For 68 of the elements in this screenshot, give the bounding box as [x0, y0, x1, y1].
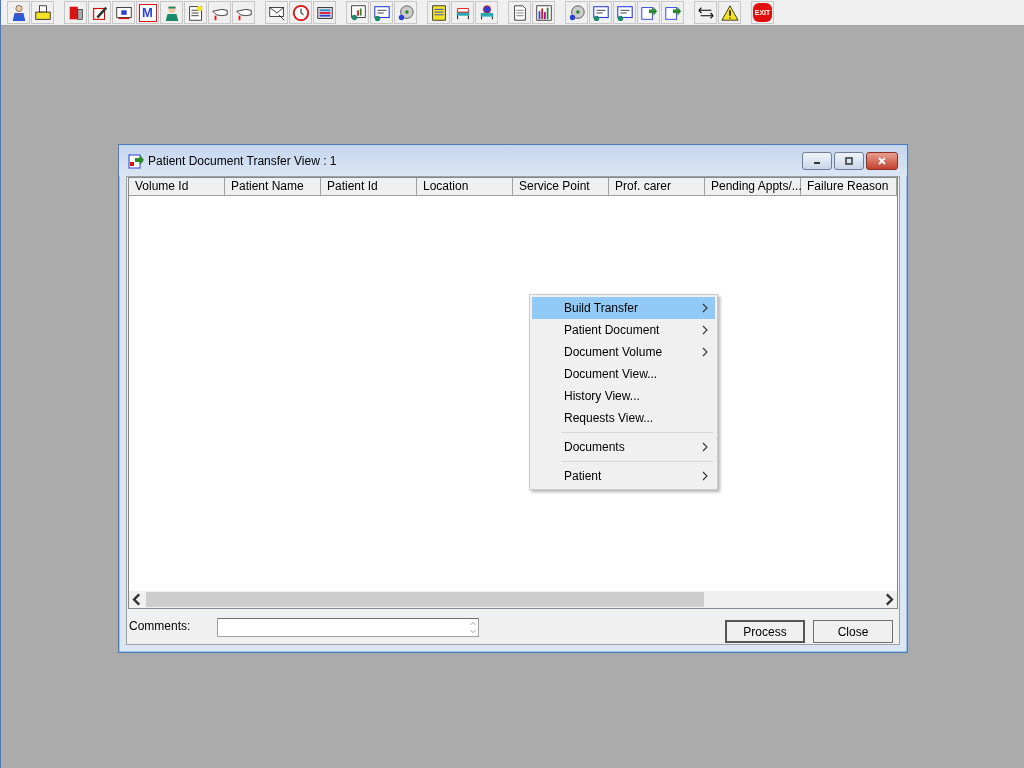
column-header[interactable]: Failure Reason [801, 178, 897, 195]
toolbar-transfer-button[interactable] [637, 1, 660, 24]
bar-chart-icon [534, 3, 553, 22]
menu-item[interactable]: Build Transfer [532, 297, 715, 319]
toolbar-person-button[interactable] [7, 1, 30, 24]
column-header[interactable]: Volume Id [129, 178, 225, 195]
toolbar-form-button[interactable] [613, 1, 636, 24]
column-header[interactable]: Pending Appts/... [705, 178, 801, 195]
disc-icon [567, 3, 586, 22]
close-button[interactable] [866, 151, 898, 170]
comments-field[interactable] [217, 618, 479, 637]
toolbar-clock-button[interactable] [289, 1, 312, 24]
toolbar-transfer-button[interactable] [661, 1, 684, 24]
notepad-icon [429, 3, 448, 22]
form-icon [372, 3, 391, 22]
toolbar-envelope-button[interactable] [265, 1, 288, 24]
toolbar-edit-button[interactable] [88, 1, 111, 24]
toolbar-notepad-button[interactable] [427, 1, 450, 24]
toolbar-page-button[interactable] [508, 1, 531, 24]
toolbar-bars-button[interactable] [532, 1, 555, 24]
menu-item[interactable]: Requests View... [532, 407, 715, 429]
horizontal-scrollbar[interactable] [129, 591, 897, 608]
window-title: Patient Document Transfer View : 1 [148, 153, 337, 168]
toolbar-form-button[interactable] [370, 1, 393, 24]
column-header[interactable]: Location [417, 178, 513, 195]
toolbar-disc-button[interactable] [565, 1, 588, 24]
form-icon [615, 3, 634, 22]
toolbar-disc-button[interactable] [394, 1, 417, 24]
minimize-button[interactable] [802, 151, 832, 170]
toolbar-doctor-button[interactable] [160, 1, 183, 24]
toolbar-note-button[interactable] [184, 1, 207, 24]
comments-label: Comments: [129, 619, 192, 633]
menu-item[interactable]: Patient Document [532, 319, 715, 341]
toolbar-book-button[interactable] [64, 1, 87, 24]
scrollbar-thumb[interactable] [146, 592, 704, 607]
toolbar-bed-button[interactable] [451, 1, 474, 24]
menu-item[interactable]: Document View... [532, 363, 715, 385]
app-icon [128, 152, 144, 169]
warning-icon [720, 3, 739, 22]
chart-icon [348, 3, 367, 22]
toolbar-screen-button[interactable] [313, 1, 336, 24]
close-icon [877, 155, 887, 166]
toolbar-patient-button[interactable] [475, 1, 498, 24]
close-dialog-button[interactable]: Close [813, 620, 893, 643]
column-header[interactable]: Prof. carer [609, 178, 705, 195]
maximize-icon [844, 155, 854, 166]
maximize-button[interactable] [834, 151, 864, 170]
minimize-icon [814, 162, 820, 164]
toolbar-chart-button[interactable] [346, 1, 369, 24]
column-header[interactable]: Patient Name [225, 178, 321, 195]
printer-icon [33, 3, 52, 22]
clock-icon [291, 3, 310, 22]
form-icon [591, 3, 610, 22]
menu-item[interactable]: Document Volume [532, 341, 715, 363]
toolbar-form-button[interactable] [589, 1, 612, 24]
spinner-arrows-icon [468, 619, 478, 636]
column-header[interactable]: Service Point [513, 178, 609, 195]
menu-item[interactable]: Patient [532, 465, 715, 487]
disc-icon [396, 3, 415, 22]
note-icon [186, 3, 205, 22]
menu-item[interactable]: History View... [532, 385, 715, 407]
toolbar-swap-button[interactable] [694, 1, 717, 24]
column-header[interactable]: Patient Id [321, 178, 417, 195]
process-button[interactable]: Process [725, 620, 805, 643]
toolbar-printer-button[interactable] [31, 1, 54, 24]
menu-item[interactable]: Documents [532, 436, 715, 458]
toolbar-warning-button[interactable] [718, 1, 741, 24]
toolbar-letter-button[interactable]: M [136, 1, 159, 24]
